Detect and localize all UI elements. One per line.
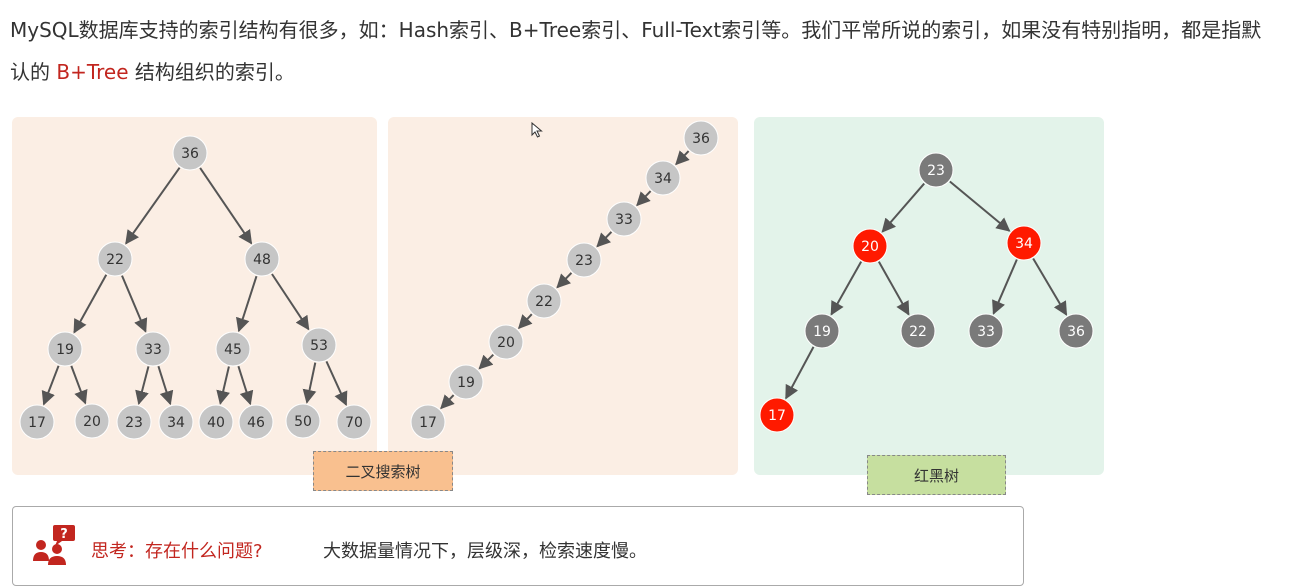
degenerate-node-20: 20: [488, 324, 524, 360]
people-question-icon: ?: [33, 525, 75, 565]
think-box: ? 思考：存在什么问题? 大数据量情况下，层级深，检索速度慢。: [12, 506, 1024, 586]
red_black-edge-19-17: [785, 346, 815, 400]
bst-node-label-17: 17: [28, 415, 46, 431]
bst-edge-53-70: [325, 360, 348, 406]
bst-node-label-23: 23: [125, 415, 143, 431]
degenerate-edge-23-22: [556, 272, 573, 289]
tree-diagrams: 36 22 48 19 33 45 53 17 20 23 34 40 46 50 70 36 34 33 23 22…: [19, 120, 1094, 440]
bst-node-label-45: 45: [224, 342, 242, 358]
bst-node-label-70: 70: [345, 415, 363, 431]
bst-node-53: 53: [301, 327, 337, 363]
degenerate-node-36: 36: [683, 120, 719, 156]
degenerate-node-17: 17: [410, 404, 446, 440]
degenerate-node-label-34: 34: [654, 171, 672, 187]
red_black-edge-23-34: [949, 180, 1011, 232]
bst-node-label-48: 48: [253, 252, 271, 268]
degenerate-edge-22-20: [517, 313, 533, 330]
red_black-node-22: 22: [900, 313, 936, 349]
degenerate-edge-33-23: [596, 231, 613, 248]
bst-node-label-36: 36: [181, 146, 199, 162]
bst-node-label-53: 53: [310, 338, 328, 354]
red_black-edge-20-19: [830, 261, 863, 316]
bst-caption: 二叉搜索树: [313, 451, 453, 491]
degenerate-node-label-20: 20: [497, 335, 515, 351]
bst-node-23: 23: [116, 404, 152, 440]
red_black-node-23: 23: [918, 152, 954, 188]
bst-node-label-33: 33: [144, 342, 162, 358]
red_black-node-label-19: 19: [813, 324, 831, 340]
degenerate-node-label-33: 33: [615, 212, 633, 228]
think-question: 思考：存在什么问题?: [91, 541, 263, 562]
bst-node-label-22: 22: [106, 252, 124, 268]
red_black-edge-20-22: [877, 261, 910, 316]
red_black-node-34: 34: [1006, 225, 1042, 261]
red_black-node-label-20: 20: [861, 239, 879, 255]
red_black-node-17: 17: [759, 397, 795, 433]
bst-node-19: 19: [47, 331, 83, 367]
bst-node-label-19: 19: [56, 342, 74, 358]
degenerate-node-label-22: 22: [535, 294, 553, 310]
degenerate-edge-34-33: [636, 190, 652, 207]
bst-node-20: 20: [74, 403, 110, 439]
red_black-node-label-33: 33: [977, 324, 995, 340]
bst-edge-19-20: [70, 365, 88, 405]
bst-edge-45-40: [216, 366, 230, 405]
bst-node-45: 45: [215, 331, 251, 367]
degenerate-node-label-36: 36: [692, 131, 710, 147]
degenerate-node-23: 23: [566, 242, 602, 278]
degenerate-node-33: 33: [606, 201, 642, 237]
red_black-node-19: 19: [804, 313, 840, 349]
degenerate-node-label-17: 17: [419, 415, 437, 431]
red_black-node-33: 33: [968, 313, 1004, 349]
degenerate-node-label-19: 19: [457, 375, 475, 391]
red_black-edge-34-36: [1032, 257, 1068, 316]
degenerate-edge-19-17: [440, 394, 455, 410]
bst-edge-53-50: [302, 362, 317, 404]
bst-node-label-50: 50: [294, 414, 312, 430]
bst-node-22: 22: [97, 241, 133, 277]
think-answer: 大数据量情况下，层级深，检索速度慢。: [323, 541, 647, 562]
bst-node-70: 70: [336, 404, 372, 440]
svg-text:?: ?: [60, 527, 68, 542]
red_black-node-label-23: 23: [927, 163, 945, 179]
bst-edge-33-34: [157, 365, 174, 406]
bst-edge-36-22: [125, 167, 181, 245]
bst-edge-19-17: [41, 365, 60, 406]
red_black-node-36: 36: [1058, 313, 1094, 349]
red_black-node-label-22: 22: [909, 324, 927, 340]
bst-node-50: 50: [285, 403, 321, 439]
bst-edge-33-23: [135, 366, 150, 405]
bst-node-17: 17: [19, 404, 55, 440]
bst-node-label-46: 46: [247, 415, 265, 431]
bst-node-label-34: 34: [167, 415, 185, 431]
degenerate-node-22: 22: [526, 283, 562, 319]
degenerate-node-19: 19: [448, 364, 484, 400]
red-black-caption: 红黑树: [867, 455, 1006, 495]
degenerate-node-label-23: 23: [575, 253, 593, 269]
bst-node-46: 46: [238, 404, 274, 440]
bst-node-36: 36: [172, 135, 208, 171]
bst-node-label-40: 40: [207, 415, 225, 431]
red_black-node-label-17: 17: [768, 408, 786, 424]
mouse-cursor-icon: [531, 122, 543, 138]
red_black-node-label-34: 34: [1015, 236, 1033, 252]
bst-edge-48-45: [236, 275, 258, 333]
bst-edge-45-46: [237, 365, 254, 406]
bst-node-33: 33: [135, 331, 171, 367]
red_black-node-20: 20: [852, 228, 888, 264]
bst-node-label-20: 20: [83, 414, 101, 430]
bst-edge-22-19: [73, 274, 108, 334]
red_black-edge-34-33: [992, 259, 1018, 315]
bst-edge-22-33: [121, 275, 148, 333]
bst-edge-48-53: [271, 273, 310, 331]
red_black-node-label-36: 36: [1067, 324, 1085, 340]
bst-node-40: 40: [198, 404, 234, 440]
degenerate-edge-36-34: [675, 150, 690, 166]
red_black-edge-23-20: [881, 182, 925, 233]
bst-node-48: 48: [244, 241, 280, 277]
degenerate-node-34: 34: [645, 160, 681, 196]
bst-edge-36-48: [199, 167, 253, 245]
degenerate-edge-20-19: [478, 354, 494, 370]
bst-node-34: 34: [158, 404, 194, 440]
